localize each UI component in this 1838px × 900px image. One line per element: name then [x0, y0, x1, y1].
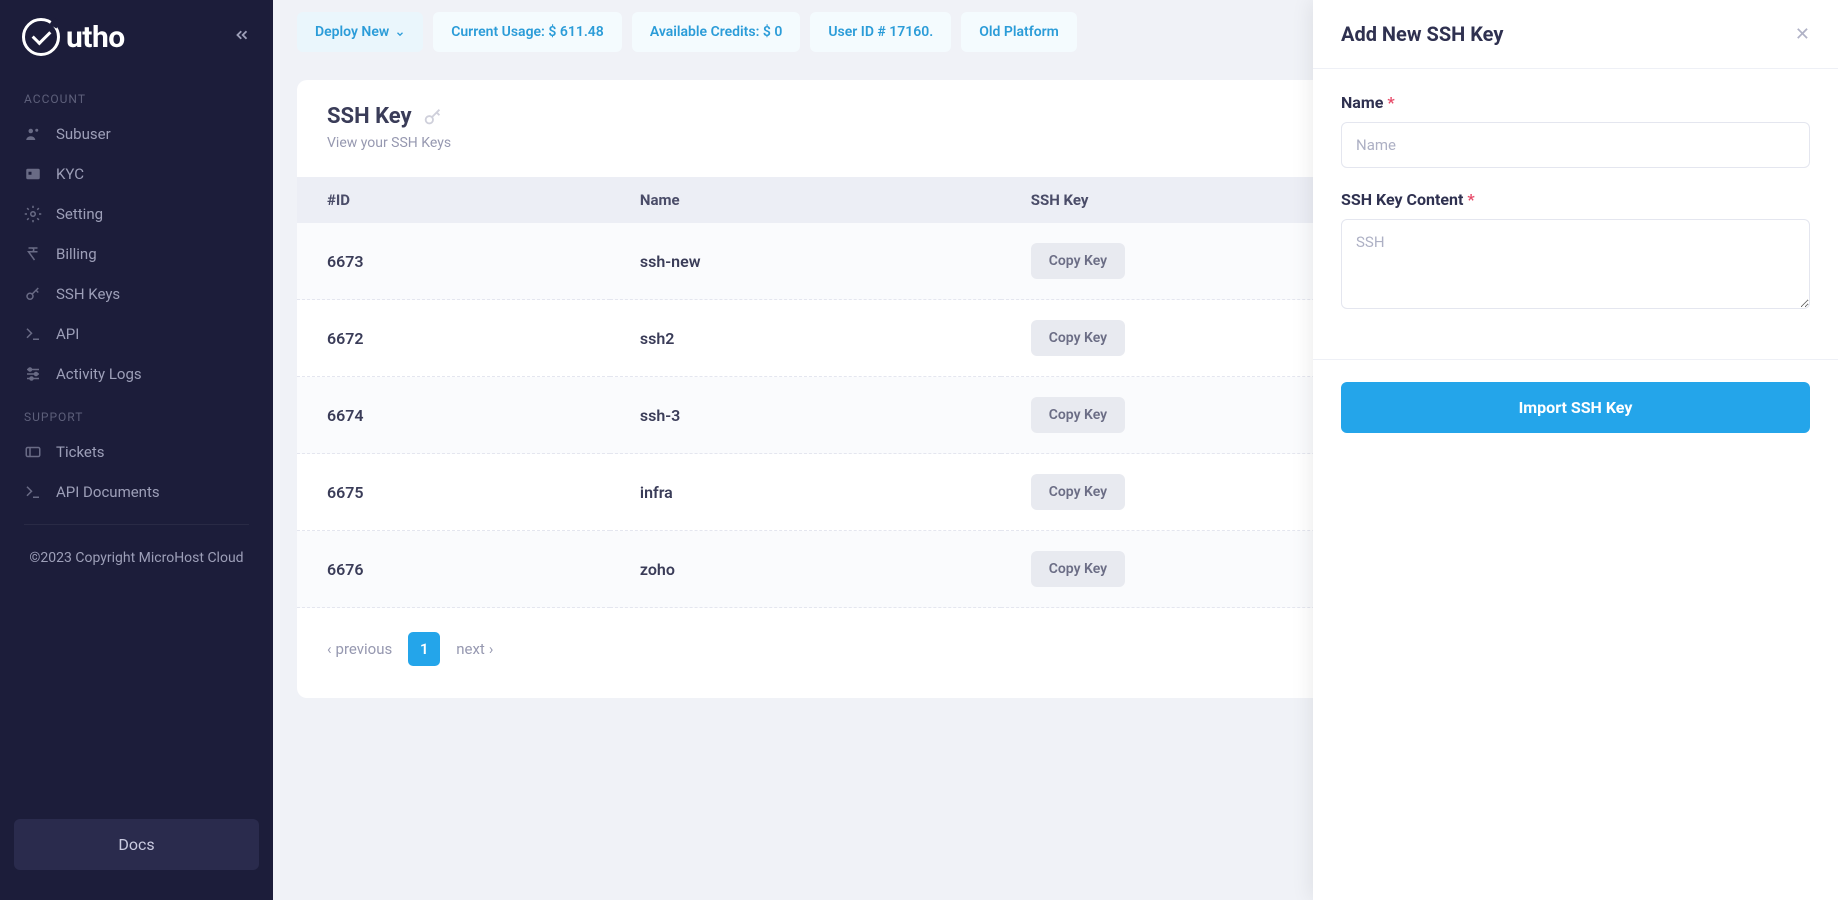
sidebar-item-setting[interactable]: Setting	[0, 194, 273, 234]
sidebar-item-activitylogs[interactable]: Activity Logs	[0, 354, 273, 394]
pill-label: Available Credits: $ 0	[650, 24, 783, 40]
sidebar-item-label: API Documents	[56, 483, 160, 501]
add-ssh-key-panel: Add New SSH Key ✕ Name * SSH Key Content…	[1313, 0, 1838, 900]
sidebar-item-label: Activity Logs	[56, 365, 142, 383]
sliders-icon	[24, 365, 42, 383]
collapse-sidebar-button[interactable]	[233, 25, 251, 49]
current-usage-pill[interactable]: Current Usage: $ 611.48	[433, 12, 622, 52]
pill-label: User ID # 17160.	[828, 24, 933, 40]
sidebar-item-label: Tickets	[56, 443, 105, 461]
name-label: Name *	[1341, 93, 1810, 112]
name-input[interactable]	[1341, 122, 1810, 168]
sidebar-item-apidocuments[interactable]: API Documents	[0, 472, 273, 512]
col-id: #ID	[297, 177, 610, 223]
key-icon	[24, 285, 42, 303]
sidebar-item-label: API	[56, 325, 79, 343]
cell-name: ssh-new	[610, 223, 1001, 300]
ssh-content-textarea[interactable]	[1341, 219, 1810, 309]
deploy-new-button[interactable]: Deploy New	[297, 12, 423, 52]
cell-id: 6672	[297, 300, 610, 377]
user-id-pill[interactable]: User ID # 17160.	[810, 12, 951, 52]
section-title-account: ACCOUNT	[0, 76, 273, 114]
key-icon	[422, 106, 444, 128]
available-credits-pill[interactable]: Available Credits: $ 0	[632, 12, 801, 52]
users-icon	[24, 125, 42, 143]
chevron-down-icon	[395, 27, 405, 37]
cell-name: ssh-3	[610, 377, 1001, 454]
ticket-icon	[24, 443, 42, 461]
sidebar-item-billing[interactable]: Billing	[0, 234, 273, 274]
section-title-support: SUPPORT	[0, 394, 273, 432]
copy-key-button[interactable]: Copy Key	[1031, 551, 1125, 587]
copy-key-button[interactable]: Copy Key	[1031, 243, 1125, 279]
rupee-icon	[24, 245, 42, 263]
terminal-icon	[24, 325, 42, 343]
copy-key-button[interactable]: Copy Key	[1031, 320, 1125, 356]
page-number[interactable]: 1	[408, 632, 440, 666]
sidebar-item-label: Setting	[56, 205, 103, 223]
check-circle-icon	[22, 18, 60, 56]
sidebar-item-subuser[interactable]: Subuser	[0, 114, 273, 154]
cell-id: 6675	[297, 454, 610, 531]
import-ssh-key-button[interactable]: Import SSH Key	[1341, 382, 1810, 433]
cell-name: infra	[610, 454, 1001, 531]
ssh-content-label: SSH Key Content *	[1341, 190, 1810, 209]
divider	[24, 524, 249, 525]
id-icon	[24, 165, 42, 183]
next-page-button[interactable]: next ›	[456, 640, 493, 658]
copyright: ©2023 Copyright MicroHost Cloud	[0, 537, 273, 581]
prev-page-button[interactable]: ‹ previous	[327, 640, 392, 658]
cell-id: 6673	[297, 223, 610, 300]
sidebar-item-kyc[interactable]: KYC	[0, 154, 273, 194]
copy-key-button[interactable]: Copy Key	[1031, 474, 1125, 510]
sidebar-item-label: SSH Keys	[56, 285, 120, 303]
pill-label: Old Platform	[979, 24, 1059, 40]
cell-id: 6676	[297, 531, 610, 608]
brand-name: utho	[66, 20, 125, 55]
sidebar-item-api[interactable]: API	[0, 314, 273, 354]
gear-icon	[24, 205, 42, 223]
panel-title: Add New SSH Key	[1341, 22, 1503, 46]
copy-key-button[interactable]: Copy Key	[1031, 397, 1125, 433]
sidebar-item-label: KYC	[56, 165, 84, 183]
sidebar: utho ACCOUNT Subuser KYC Setting Billing…	[0, 0, 273, 900]
pill-label: Current Usage: $ 611.48	[451, 24, 604, 40]
cell-name: zoho	[610, 531, 1001, 608]
terminal-icon	[24, 483, 42, 501]
sidebar-item-label: Billing	[56, 245, 97, 263]
col-name: Name	[610, 177, 1001, 223]
old-platform-pill[interactable]: Old Platform	[961, 12, 1077, 52]
pill-label: Deploy New	[315, 24, 389, 40]
sidebar-item-tickets[interactable]: Tickets	[0, 432, 273, 472]
page-subtitle: View your SSH Keys	[327, 135, 451, 151]
brand-logo[interactable]: utho	[22, 18, 125, 56]
sidebar-item-label: Subuser	[56, 125, 111, 143]
sidebar-item-sshkeys[interactable]: SSH Keys	[0, 274, 273, 314]
cell-name: ssh2	[610, 300, 1001, 377]
cell-id: 6674	[297, 377, 610, 454]
docs-button[interactable]: Docs	[14, 819, 259, 870]
page-title: SSH Key	[327, 104, 451, 129]
close-icon[interactable]: ✕	[1795, 24, 1810, 45]
